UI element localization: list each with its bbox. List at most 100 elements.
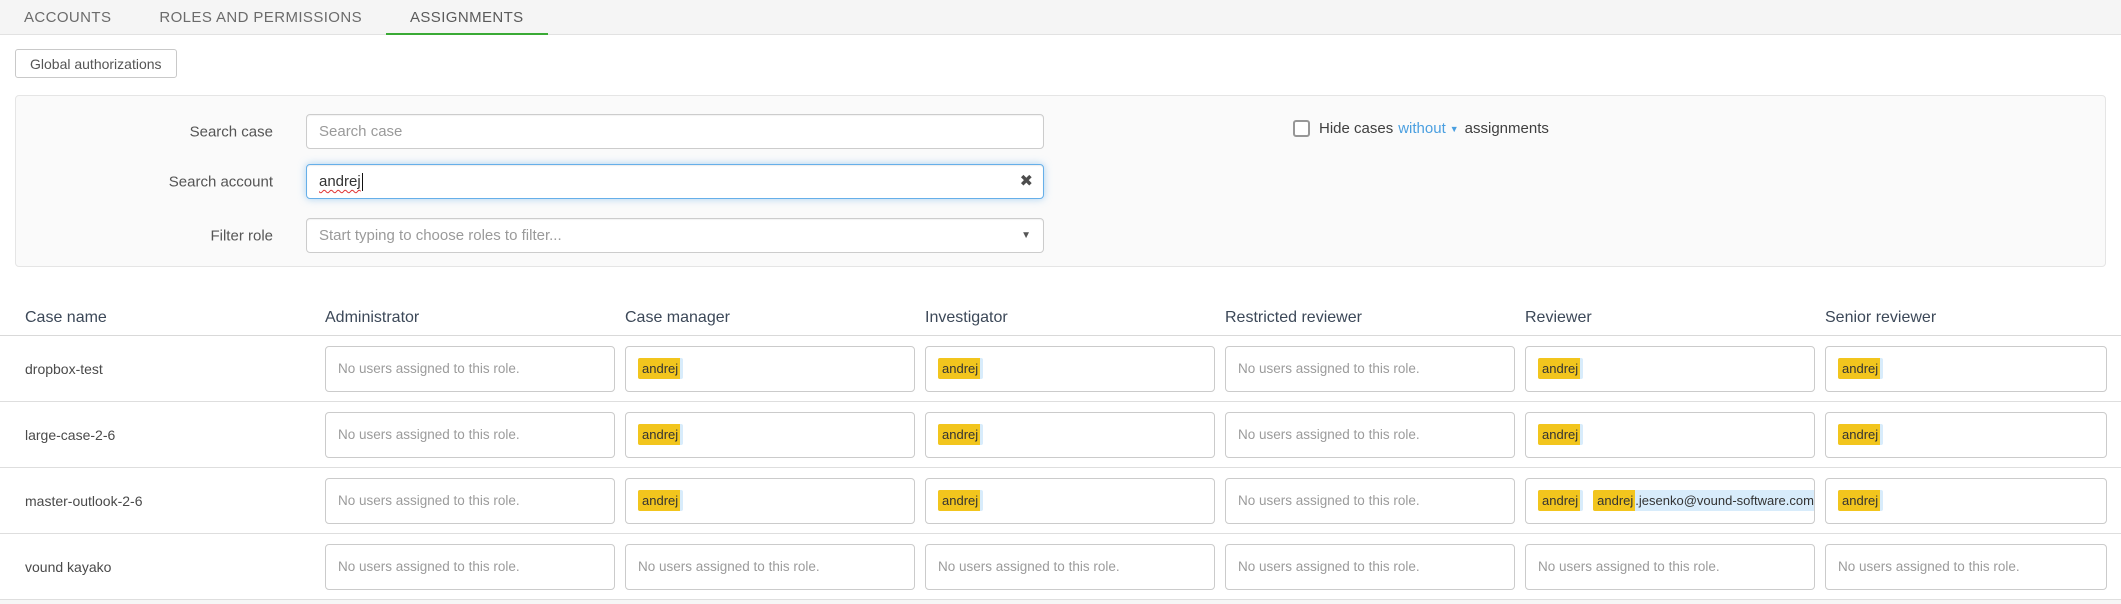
role-cell: No users assigned to this role. xyxy=(625,544,925,590)
role-assignment-box[interactable]: andrej xyxy=(1825,412,2107,458)
user-chip[interactable]: andrej xyxy=(638,358,683,379)
role-assignment-box[interactable]: No users assigned to this role. xyxy=(325,544,615,590)
role-assignment-box[interactable]: andrej xyxy=(1825,478,2107,524)
chip-highlight-text: andrej xyxy=(1538,424,1580,445)
user-chip[interactable]: andrej xyxy=(1538,358,1583,379)
user-chip[interactable]: andrej xyxy=(1838,490,1883,511)
role-assignment-box[interactable]: andrej xyxy=(925,478,1215,524)
user-chip[interactable]: andrej xyxy=(638,490,683,511)
search-account-row: Search account andrej ✖ xyxy=(16,164,2105,199)
role-assignment-box[interactable]: andrej xyxy=(1525,412,1815,458)
role-assignment-box[interactable]: andrej xyxy=(1525,346,1815,392)
empty-role-text: No users assigned to this role. xyxy=(1238,427,1420,442)
hide-cases-mode-link[interactable]: without xyxy=(1398,120,1446,137)
hide-cases-text-prefix: Hide cases xyxy=(1319,120,1393,137)
role-assignment-box[interactable]: No users assigned to this role. xyxy=(325,346,615,392)
table-row: vound kayakoNo users assigned to this ro… xyxy=(0,534,2121,600)
hide-cases-checkbox[interactable] xyxy=(1293,120,1310,137)
empty-role-text: No users assigned to this role. xyxy=(338,427,520,442)
clear-search-icon[interactable]: ✖ xyxy=(1020,174,1033,190)
chip-highlight-text: andrej xyxy=(1838,358,1880,379)
role-assignment-box[interactable]: andrejandrej.jesenko@vound-software.com xyxy=(1525,478,1815,524)
empty-role-text: No users assigned to this role. xyxy=(1238,361,1420,376)
role-cell: No users assigned to this role. xyxy=(325,478,625,524)
role-assignment-box[interactable]: andrej xyxy=(1825,346,2107,392)
mode-caret-icon[interactable]: ▼ xyxy=(1450,124,1459,134)
chevron-down-icon[interactable]: ▼ xyxy=(1021,231,1031,241)
user-chip[interactable]: andrej xyxy=(1838,424,1883,445)
role-assignment-box[interactable]: andrej xyxy=(925,346,1215,392)
empty-role-text: No users assigned to this role. xyxy=(1838,559,2020,574)
empty-role-text: No users assigned to this role. xyxy=(338,493,520,508)
empty-role-text: No users assigned to this role. xyxy=(638,559,820,574)
search-case-input[interactable] xyxy=(306,114,1044,149)
chip-highlight-text: andrej xyxy=(638,424,680,445)
empty-role-text: No users assigned to this role. xyxy=(338,361,520,376)
role-cell: andrej xyxy=(625,412,925,458)
role-cell: andrej xyxy=(925,412,1225,458)
hide-cases-text-suffix: assignments xyxy=(1465,120,1549,137)
tab-accounts[interactable]: ACCOUNTS xyxy=(0,0,135,34)
empty-role-text: No users assigned to this role. xyxy=(1238,493,1420,508)
role-assignment-box[interactable]: andrej xyxy=(625,346,915,392)
chip-highlight-text: andrej xyxy=(1538,358,1580,379)
global-authorizations-button[interactable]: Global authorizations xyxy=(15,49,177,78)
column-header: Reviewer xyxy=(1525,309,1825,327)
user-chip[interactable]: andrej xyxy=(1538,490,1583,511)
chip-highlight-text: andrej xyxy=(1838,490,1880,511)
role-cell: No users assigned to this role. xyxy=(325,412,625,458)
role-assignment-box[interactable]: No users assigned to this role. xyxy=(1225,412,1515,458)
user-chip[interactable]: andrej xyxy=(1538,424,1583,445)
role-assignment-box[interactable]: No users assigned to this role. xyxy=(1225,346,1515,392)
role-cell: andrej xyxy=(1825,412,2121,458)
table-header-row: Case nameAdministratorCase managerInvest… xyxy=(0,300,2121,336)
hide-cases-control: Hide cases without ▼ assignments xyxy=(1293,120,1549,137)
empty-role-text: No users assigned to this role. xyxy=(938,559,1120,574)
user-chip[interactable]: andrej xyxy=(938,424,983,445)
search-account-input[interactable]: andrej xyxy=(306,164,1044,199)
role-assignment-box[interactable]: No users assigned to this role. xyxy=(625,544,915,590)
role-assignment-box[interactable]: andrej xyxy=(625,478,915,524)
role-cell: No users assigned to this role. xyxy=(325,544,625,590)
user-chip[interactable]: andrej xyxy=(938,358,983,379)
filter-role-label: Filter role xyxy=(16,227,273,244)
role-assignment-box[interactable]: No users assigned to this role. xyxy=(1225,544,1515,590)
chip-highlight-text: andrej xyxy=(938,490,980,511)
column-header: Case manager xyxy=(625,309,925,327)
table-row: dropbox-testNo users assigned to this ro… xyxy=(0,336,2121,402)
user-chip[interactable]: andrej xyxy=(1838,358,1883,379)
role-assignment-box[interactable]: No users assigned to this role. xyxy=(925,544,1215,590)
chip-highlight-text: andrej xyxy=(1593,490,1635,511)
role-assignment-box[interactable]: No users assigned to this role. xyxy=(1525,544,1815,590)
filter-role-input[interactable] xyxy=(306,218,1044,253)
chip-rest-text: .jesenko@vound-software.com xyxy=(1635,490,1815,511)
role-cell: andrej xyxy=(925,478,1225,524)
column-header: Senior reviewer xyxy=(1825,309,2121,327)
role-assignment-box[interactable]: andrej xyxy=(925,412,1215,458)
tab-assignments[interactable]: ASSIGNMENTS xyxy=(386,0,548,34)
chip-highlight-text: andrej xyxy=(1838,424,1880,445)
role-cell: andrejandrej.jesenko@vound-software.com xyxy=(1525,478,1825,524)
column-header: Administrator xyxy=(325,309,625,327)
role-assignment-box[interactable]: No users assigned to this role. xyxy=(325,478,615,524)
tab-roles-and-permissions[interactable]: ROLES AND PERMISSIONS xyxy=(135,0,386,34)
role-cell: andrej xyxy=(625,478,925,524)
role-cell: No users assigned to this role. xyxy=(925,544,1225,590)
role-assignment-box[interactable]: No users assigned to this role. xyxy=(325,412,615,458)
role-assignment-box[interactable]: No users assigned to this role. xyxy=(1225,478,1515,524)
role-assignment-box[interactable]: andrej xyxy=(625,412,915,458)
role-cell: andrej xyxy=(1825,478,2121,524)
role-assignment-box[interactable]: No users assigned to this role. xyxy=(1825,544,2107,590)
user-chip[interactable]: andrej xyxy=(938,490,983,511)
role-cell: andrej xyxy=(1825,346,2121,392)
user-chip[interactable]: andrej.jesenko@vound-software.com xyxy=(1593,490,1815,511)
role-cell: No users assigned to this role. xyxy=(1525,544,1825,590)
user-chip[interactable]: andrej xyxy=(638,424,683,445)
text-caret xyxy=(362,173,363,191)
search-account-label: Search account xyxy=(16,173,273,190)
empty-role-text: No users assigned to this role. xyxy=(338,559,520,574)
role-cell: No users assigned to this role. xyxy=(1225,412,1525,458)
column-header: Case name xyxy=(0,309,325,327)
column-header: Restricted reviewer xyxy=(1225,309,1525,327)
search-account-value: andrej xyxy=(319,173,361,190)
